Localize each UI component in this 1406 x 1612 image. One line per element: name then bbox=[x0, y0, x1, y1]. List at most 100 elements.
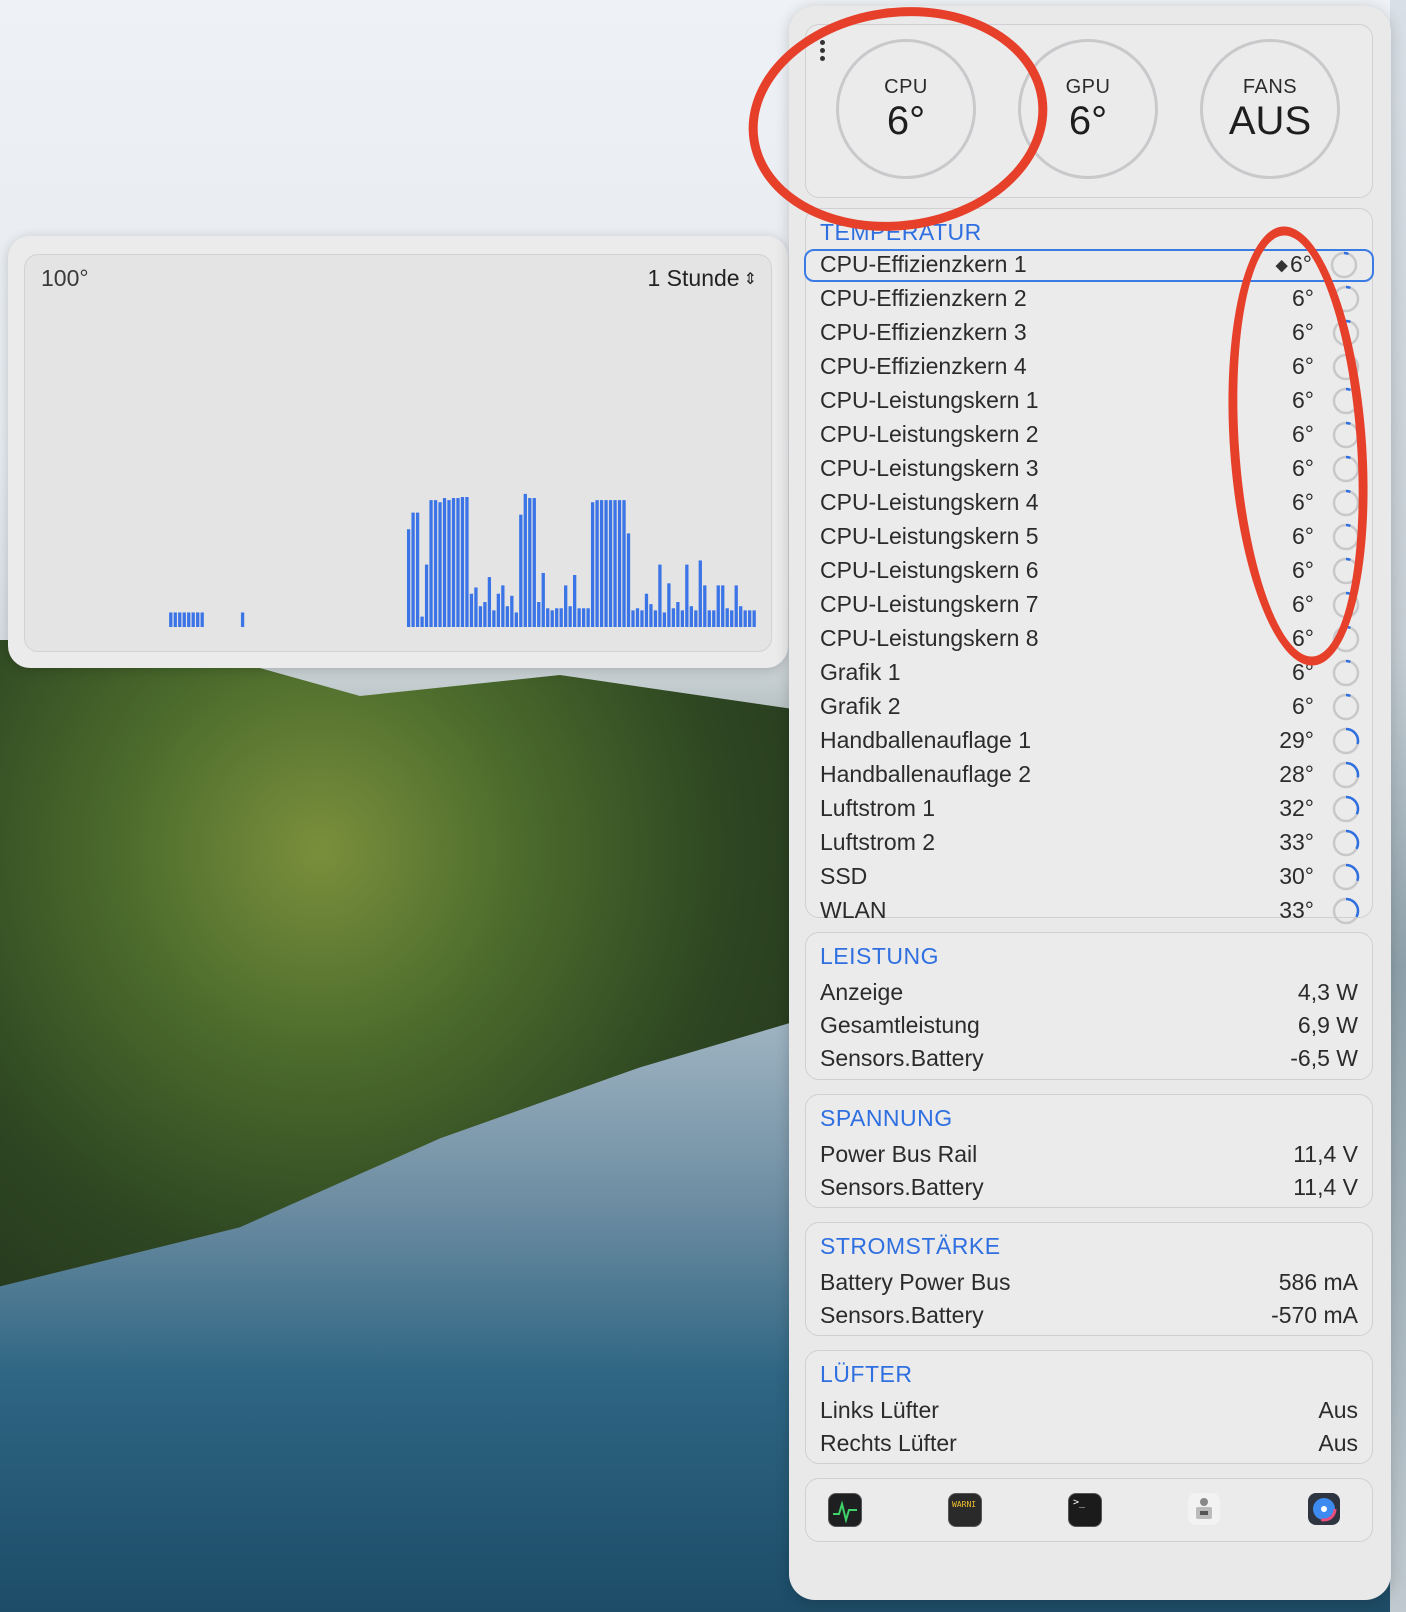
sensor-label: CPU-Leistungskern 6 bbox=[820, 557, 1039, 583]
sensor-value: 33° bbox=[1279, 897, 1314, 923]
sensor-value: -6,5 W bbox=[1290, 1045, 1358, 1071]
sensor-label: CPU-Effizienzkern 4 bbox=[820, 353, 1027, 379]
level-ring-icon bbox=[1332, 285, 1360, 313]
history-bar bbox=[739, 606, 743, 627]
history-bar bbox=[703, 585, 707, 627]
history-bar bbox=[573, 575, 577, 627]
temperature-row[interactable]: CPU-Leistungskern 3 6° bbox=[806, 453, 1372, 486]
sensor-value: 4,3 W bbox=[1297, 979, 1358, 1005]
history-bar bbox=[608, 500, 613, 627]
temperature-row[interactable]: CPU-Leistungskern 4 6° bbox=[806, 487, 1372, 520]
temperature-row[interactable]: Luftstrom 1 32° bbox=[806, 793, 1372, 826]
gpu-gauge[interactable]: GPU 6° bbox=[1018, 39, 1158, 179]
current-row[interactable]: Sensors.Battery -570 mA bbox=[806, 1300, 1372, 1333]
history-bar bbox=[581, 608, 586, 627]
history-bar bbox=[631, 610, 635, 627]
temperature-row[interactable]: SSD 30° bbox=[806, 861, 1372, 894]
temperature-row[interactable]: CPU-Leistungskern 8 6° bbox=[806, 623, 1372, 656]
disk-utility-icon[interactable] bbox=[1308, 1493, 1340, 1525]
sensor-label: CPU-Effizienzkern 1 bbox=[820, 251, 1027, 277]
history-bar bbox=[523, 493, 527, 627]
history-bar bbox=[644, 593, 649, 627]
sensor-value: 6° bbox=[1292, 489, 1314, 515]
level-ring-icon bbox=[1332, 761, 1360, 789]
temperature-history-popover: 100° 1 Stunde ⇕ bbox=[8, 236, 788, 668]
fans-row[interactable]: Links Lüfter Aus bbox=[806, 1395, 1372, 1428]
console-icon[interactable]: WARNI bbox=[948, 1493, 982, 1527]
history-bar bbox=[478, 606, 483, 627]
history-bar bbox=[191, 612, 195, 627]
history-bar bbox=[680, 610, 684, 627]
history-bar bbox=[559, 608, 563, 627]
history-bar bbox=[689, 606, 693, 627]
history-chart: 100° 1 Stunde ⇕ bbox=[24, 254, 772, 652]
temperature-row[interactable]: CPU-Effizienzkern 2 6° bbox=[806, 283, 1372, 316]
cpu-gauge[interactable]: CPU 6° bbox=[836, 39, 976, 179]
fans-gauge[interactable]: FANS AUS bbox=[1200, 39, 1340, 179]
more-menu-icon[interactable] bbox=[818, 37, 826, 67]
history-bar bbox=[528, 498, 532, 627]
pin-icon[interactable]: ⬥ bbox=[1275, 255, 1288, 276]
sensor-label: Sensors.Battery bbox=[820, 1302, 984, 1328]
history-bar bbox=[465, 497, 469, 627]
history-bar bbox=[721, 585, 725, 627]
chart-max-label: 100° bbox=[41, 265, 89, 291]
history-bar bbox=[752, 610, 756, 627]
temperature-row[interactable]: CPU-Effizienzkern 1 ⬥ 6° bbox=[804, 249, 1374, 282]
level-ring-icon bbox=[1332, 897, 1360, 925]
sensor-label: CPU-Leistungskern 7 bbox=[820, 591, 1039, 617]
temperature-row[interactable]: Luftstrom 2 33° bbox=[806, 827, 1372, 860]
temperature-row[interactable]: Grafik 2 6° bbox=[806, 691, 1372, 724]
sensor-value: 29° bbox=[1279, 727, 1314, 753]
system-information-icon[interactable] bbox=[1188, 1493, 1220, 1525]
sensor-label: Grafik 1 bbox=[820, 659, 901, 685]
power-row[interactable]: Gesamtleistung 6,9 W bbox=[806, 1010, 1372, 1043]
level-ring-icon bbox=[1332, 523, 1360, 551]
sensor-label: Grafik 2 bbox=[820, 693, 901, 719]
temperature-row[interactable]: CPU-Leistungskern 7 6° bbox=[806, 589, 1372, 622]
temperature-row[interactable]: Grafik 1 6° bbox=[806, 657, 1372, 690]
voltage-row[interactable]: Sensors.Battery 11,4 V bbox=[806, 1172, 1372, 1205]
history-bar bbox=[469, 593, 474, 627]
history-bar bbox=[178, 612, 182, 627]
history-bar bbox=[514, 612, 518, 627]
temperature-row[interactable]: Handballenauflage 1 29° bbox=[806, 725, 1372, 758]
level-ring-icon bbox=[1330, 251, 1358, 279]
period-selector[interactable]: 1 Stunde ⇕ bbox=[648, 265, 758, 292]
current-row[interactable]: Battery Power Bus 586 mA bbox=[806, 1267, 1372, 1300]
sensor-value: 6° bbox=[1292, 319, 1314, 345]
level-ring-icon bbox=[1332, 387, 1360, 415]
history-bar bbox=[510, 595, 514, 627]
sensor-value: 6° bbox=[1292, 421, 1314, 447]
console-icon-label: WARNI bbox=[952, 1500, 977, 1509]
terminal-icon[interactable]: >_ bbox=[1068, 1493, 1102, 1527]
history-bar bbox=[671, 608, 676, 627]
history-bar bbox=[649, 604, 653, 627]
temperature-row[interactable]: CPU-Leistungskern 1 6° bbox=[806, 385, 1372, 418]
sensor-value: 32° bbox=[1279, 795, 1314, 821]
sensor-value: 30° bbox=[1279, 863, 1314, 889]
history-bar bbox=[519, 514, 523, 627]
history-bar bbox=[546, 608, 550, 627]
history-bar bbox=[640, 610, 644, 627]
history-bar bbox=[173, 612, 177, 627]
activity-monitor-icon[interactable] bbox=[828, 1493, 862, 1527]
temperature-row[interactable]: CPU-Effizienzkern 3 6° bbox=[806, 317, 1372, 350]
terminal-icon-label: >_ bbox=[1073, 1497, 1086, 1508]
fans-row[interactable]: Rechts Lüfter Aus bbox=[806, 1428, 1372, 1461]
level-ring-icon bbox=[1332, 863, 1360, 891]
temperature-row[interactable]: CPU-Effizienzkern 4 6° bbox=[806, 351, 1372, 384]
sensor-panel: CPU 6° GPU 6° FANS AUS TEMPERATUR CPU-Ef… bbox=[789, 6, 1391, 1600]
temperature-row[interactable]: Handballenauflage 2 28° bbox=[806, 759, 1372, 792]
temperature-row[interactable]: CPU-Leistungskern 2 6° bbox=[806, 419, 1372, 452]
history-bar bbox=[240, 612, 245, 627]
temperature-row[interactable]: CPU-Leistungskern 6 6° bbox=[806, 555, 1372, 588]
history-bar bbox=[707, 610, 711, 627]
power-row[interactable]: Sensors.Battery -6,5 W bbox=[806, 1043, 1372, 1076]
history-bar bbox=[635, 608, 640, 627]
sensor-label: WLAN bbox=[820, 897, 887, 923]
temperature-row[interactable]: WLAN 33° bbox=[806, 895, 1372, 928]
temperature-row[interactable]: CPU-Leistungskern 5 6° bbox=[806, 521, 1372, 554]
power-row[interactable]: Anzeige 4,3 W bbox=[806, 977, 1372, 1010]
voltage-row[interactable]: Power Bus Rail 11,4 V bbox=[806, 1139, 1372, 1172]
